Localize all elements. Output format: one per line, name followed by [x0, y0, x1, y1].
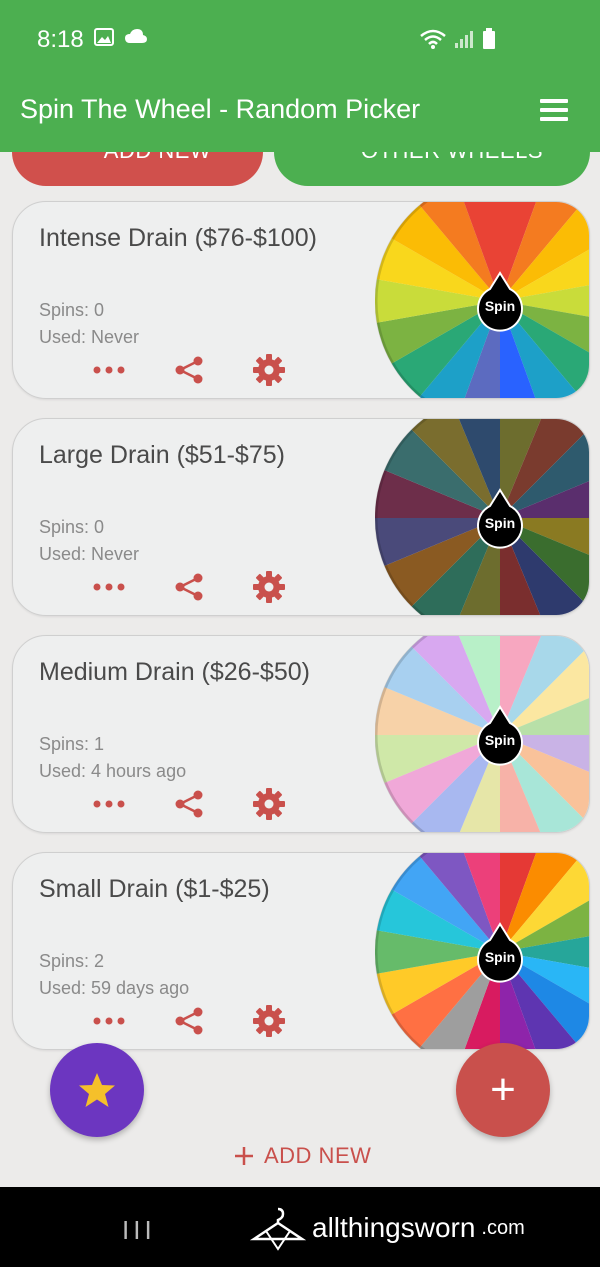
- wheel-spins: Spins: 2: [39, 951, 105, 971]
- wheel-last-used: Used: Never: [39, 327, 140, 347]
- watermark-domain: .com: [481, 1216, 525, 1239]
- status-notification-icons: [94, 28, 148, 46]
- settings-gear-icon[interactable]: [251, 569, 287, 605]
- watermark-text: allthingsworn: [312, 1212, 476, 1243]
- wheel-last-used: Used: Never: [39, 544, 140, 564]
- wheel-spins: Spins: 0: [39, 517, 105, 537]
- add-new-bottom-label: ADD NEW: [264, 1143, 372, 1168]
- cloud-icon: [125, 29, 147, 43]
- wheel-preview[interactable]: Spin: [375, 418, 590, 616]
- wheel-spins: Spins: 1: [39, 734, 105, 754]
- more-options-icon[interactable]: [91, 786, 127, 822]
- hanger-logo-icon: [250, 1207, 306, 1251]
- add-wheel-fab[interactable]: +: [456, 1043, 550, 1137]
- add-new-bottom-button[interactable]: ADD NEW: [234, 1143, 371, 1169]
- plus-icon: [235, 1147, 253, 1165]
- card-actions: [91, 352, 287, 388]
- wheel-spins: Spins: 0: [39, 300, 105, 320]
- system-navigation-bar: III allthingsworn .com: [0, 1187, 600, 1267]
- settings-gear-icon[interactable]: [251, 1003, 287, 1039]
- spin-label: Spin: [485, 515, 515, 531]
- menu-icon[interactable]: [540, 99, 568, 121]
- wifi-icon: [420, 29, 446, 49]
- wheel-last-used: Used: 4 hours ago: [39, 761, 187, 781]
- favorites-button[interactable]: [50, 1043, 144, 1137]
- wheel-title: Medium Drain ($26-$50): [39, 658, 310, 686]
- wheel-preview[interactable]: Spin: [375, 852, 590, 1050]
- wheel-title: Large Drain ($51-$75): [39, 441, 285, 469]
- wheel-card[interactable]: Small Drain ($1-$25) Spins: 2 Used: 59 d…: [12, 852, 590, 1050]
- wheel-title: Small Drain ($1-$25): [39, 875, 270, 903]
- settings-gear-icon[interactable]: [251, 786, 287, 822]
- more-options-icon[interactable]: [91, 352, 127, 388]
- recent-apps-icon[interactable]: III: [122, 1215, 156, 1246]
- share-icon[interactable]: [171, 569, 207, 605]
- share-icon[interactable]: [171, 786, 207, 822]
- app-title: Spin The Wheel - Random Picker: [20, 94, 421, 124]
- more-options-icon[interactable]: [91, 1003, 127, 1039]
- plus-icon: +: [490, 1065, 516, 1114]
- wheel-preview[interactable]: Spin: [375, 201, 590, 399]
- card-actions: [91, 569, 287, 605]
- spin-label: Spin: [485, 298, 515, 314]
- app-header: 8:18 Spin The Wheel - Random Picker: [0, 0, 600, 152]
- wheel-last-used: Used: 59 days ago: [39, 978, 190, 998]
- wheel-card[interactable]: Medium Drain ($26-$50) Spins: 1 Used: 4 …: [12, 635, 590, 833]
- signal-icon: [455, 31, 473, 48]
- image-icon: [94, 28, 114, 46]
- share-icon[interactable]: [171, 352, 207, 388]
- card-actions: [91, 786, 287, 822]
- wheel-title: Intense Drain ($76-$100): [39, 224, 317, 252]
- wheel-card[interactable]: Intense Drain ($76-$100) Spins: 0 Used: …: [12, 201, 590, 399]
- watermark: allthingsworn .com: [250, 1205, 525, 1251]
- wheel-preview[interactable]: Spin: [375, 635, 590, 833]
- status-time: 8:18: [37, 26, 84, 53]
- settings-gear-icon[interactable]: [251, 352, 287, 388]
- battery-icon: [483, 28, 495, 49]
- star-icon: [79, 1073, 115, 1107]
- spin-label: Spin: [485, 949, 515, 965]
- share-icon[interactable]: [171, 1003, 207, 1039]
- more-options-icon[interactable]: [91, 569, 127, 605]
- spin-label: Spin: [485, 732, 515, 748]
- status-system-icons: [420, 28, 496, 50]
- wheel-card[interactable]: Large Drain ($51-$75) Spins: 0 Used: Nev…: [12, 418, 590, 616]
- card-actions: [91, 1003, 287, 1039]
